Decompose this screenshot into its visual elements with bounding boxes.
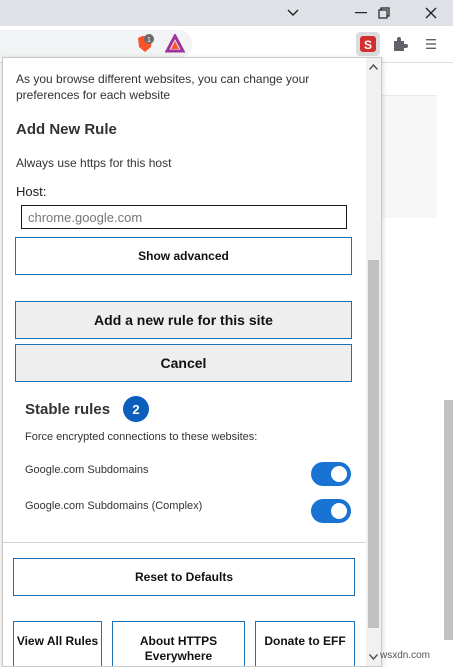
- host-label: Host:: [16, 184, 47, 199]
- popup-scrollbar-thumb[interactable]: [368, 260, 379, 628]
- cancel-button[interactable]: Cancel: [15, 344, 352, 382]
- brave-rewards-icon: [165, 34, 185, 53]
- scroll-up-arrow-icon[interactable]: [369, 64, 378, 70]
- stable-rules-count-badge: 2: [123, 396, 149, 422]
- section-divider: [3, 542, 366, 543]
- brave-shields-icon: 1: [138, 34, 154, 52]
- https-everywhere-button[interactable]: S: [356, 32, 380, 56]
- browser-menu-button[interactable]: [419, 32, 443, 56]
- restore-button[interactable]: [361, 0, 406, 26]
- view-all-rules-button[interactable]: View All Rules: [13, 621, 102, 666]
- svg-text:1: 1: [147, 37, 151, 44]
- brave-rewards-button[interactable]: [163, 32, 187, 56]
- brave-shields-button[interactable]: 1: [133, 32, 157, 56]
- toggle-knob: [331, 466, 347, 482]
- svg-text:S: S: [364, 38, 372, 52]
- close-icon: [425, 7, 436, 19]
- extensions-button[interactable]: [388, 32, 412, 56]
- minimize-button[interactable]: [270, 0, 315, 26]
- close-window-button[interactable]: [408, 0, 453, 26]
- https-host-description: Always use https for this host: [16, 156, 172, 170]
- rule-name: Google.com Subdomains: [25, 464, 149, 476]
- page-content-strip: [380, 95, 437, 218]
- rule-toggle-google-subdomains-complex[interactable]: [311, 499, 351, 523]
- page-scrollbar[interactable]: [444, 400, 453, 640]
- about-https-everywhere-button[interactable]: About HTTPS Everywhere: [112, 621, 245, 666]
- reset-defaults-button[interactable]: Reset to Defaults: [13, 558, 355, 596]
- stable-rules-heading: Stable rules: [25, 401, 111, 418]
- add-rule-button[interactable]: Add a new rule for this site: [15, 301, 352, 339]
- toggle-knob: [331, 503, 347, 519]
- donate-button[interactable]: Donate to EFF: [255, 621, 355, 666]
- menu-icon: [426, 39, 436, 49]
- watermark: wsxdn.com: [380, 650, 431, 661]
- https-everywhere-icon: S: [360, 36, 376, 52]
- restore-icon: [377, 7, 390, 19]
- popup-scrollbar-track[interactable]: [366, 58, 381, 666]
- rule-toggle-google-subdomains[interactable]: [311, 462, 351, 486]
- https-everywhere-popup: As you browse different websites, you ca…: [2, 57, 382, 667]
- scroll-down-arrow-icon[interactable]: [369, 654, 378, 660]
- chevron-down-icon: [287, 9, 298, 16]
- force-encrypted-text: Force encrypted connections to these web…: [25, 431, 258, 443]
- title-bar: [0, 0, 453, 26]
- show-advanced-button[interactable]: Show advanced: [15, 237, 352, 275]
- intro-text: As you browse different websites, you ca…: [16, 72, 310, 102]
- add-new-rule-heading: Add New Rule: [16, 121, 117, 138]
- rule-name: Google.com Subdomains (Complex): [25, 500, 203, 512]
- host-input[interactable]: [21, 205, 347, 229]
- puzzle-icon: [394, 37, 408, 51]
